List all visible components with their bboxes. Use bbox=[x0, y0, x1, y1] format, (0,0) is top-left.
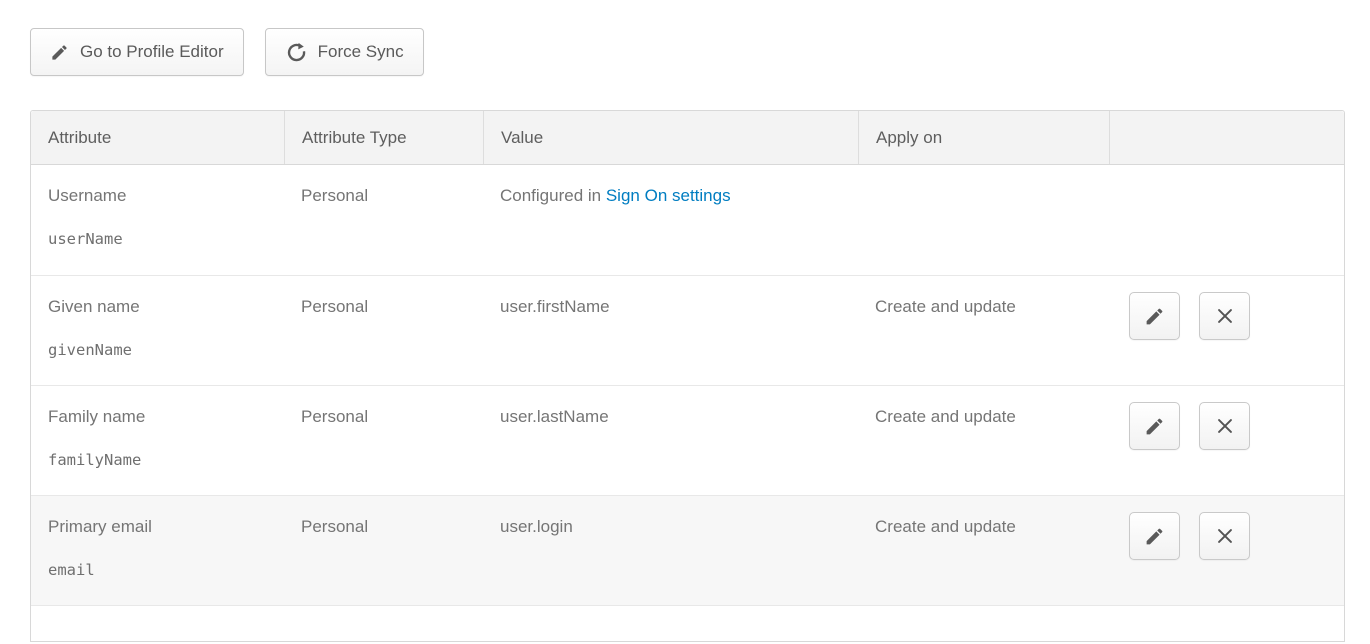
value-text: Configured in bbox=[500, 186, 606, 205]
table-row bbox=[31, 605, 1344, 641]
refresh-icon bbox=[285, 41, 307, 63]
pencil-icon bbox=[1144, 526, 1165, 547]
attribute-cell: Given name givenName bbox=[31, 276, 284, 385]
apply-on-cell: Create and update bbox=[858, 386, 1109, 495]
actions-cell bbox=[1109, 496, 1344, 605]
attribute-label: Given name bbox=[48, 297, 267, 317]
attribute-name: userName bbox=[48, 230, 267, 248]
actions-cell bbox=[1109, 165, 1344, 275]
edit-attribute-button[interactable] bbox=[1129, 292, 1180, 340]
table-header: Attribute Attribute Type Value Apply on bbox=[31, 111, 1344, 165]
toolbar: Go to Profile Editor Force Sync bbox=[30, 28, 1345, 76]
attribute-cell: Primary email email bbox=[31, 496, 284, 605]
apply-on-cell: Create and update bbox=[858, 496, 1109, 605]
actions-cell bbox=[1109, 386, 1344, 495]
table-row: Family name familyName Personal user.las… bbox=[31, 385, 1344, 495]
pencil-icon bbox=[1144, 306, 1165, 327]
pencil-icon bbox=[1144, 416, 1165, 437]
attribute-type-cell: Personal bbox=[284, 496, 483, 605]
attribute-label: Username bbox=[48, 186, 267, 206]
apply-on-cell: Create and update bbox=[858, 276, 1109, 385]
attribute-name: givenName bbox=[48, 341, 267, 359]
header-cell-actions bbox=[1109, 111, 1344, 164]
attribute-mappings-page: Go to Profile Editor Force Sync Attribut… bbox=[0, 0, 1370, 642]
value-cell: user.lastName bbox=[483, 386, 858, 495]
attribute-type-cell: Personal bbox=[284, 386, 483, 495]
sign-on-settings-link[interactable]: Sign On settings bbox=[606, 186, 731, 205]
go-to-profile-editor-button[interactable]: Go to Profile Editor bbox=[30, 28, 244, 76]
apply-on-cell bbox=[858, 165, 1109, 275]
value-cell: user.firstName bbox=[483, 276, 858, 385]
table-row: Given name givenName Personal user.first… bbox=[31, 275, 1344, 385]
force-sync-label: Force Sync bbox=[318, 42, 404, 62]
table-row: Username userName Personal Configured in… bbox=[31, 165, 1344, 275]
delete-attribute-button[interactable] bbox=[1199, 292, 1250, 340]
attribute-type-cell: Personal bbox=[284, 165, 483, 275]
force-sync-button[interactable]: Force Sync bbox=[265, 28, 424, 76]
attribute-label: Family name bbox=[48, 407, 267, 427]
attribute-name: email bbox=[48, 561, 267, 579]
table-row: Primary email email Personal user.login … bbox=[31, 495, 1344, 605]
header-cell-attribute-type: Attribute Type bbox=[284, 111, 483, 164]
attribute-name: familyName bbox=[48, 451, 267, 469]
x-icon bbox=[1214, 305, 1236, 327]
attribute-type-cell: Personal bbox=[284, 276, 483, 385]
delete-attribute-button[interactable] bbox=[1199, 402, 1250, 450]
go-to-profile-editor-label: Go to Profile Editor bbox=[80, 42, 224, 62]
value-cell: user.login bbox=[483, 496, 858, 605]
edit-attribute-button[interactable] bbox=[1129, 402, 1180, 450]
header-cell-apply-on: Apply on bbox=[858, 111, 1109, 164]
header-cell-value: Value bbox=[483, 111, 858, 164]
edit-attribute-button[interactable] bbox=[1129, 512, 1180, 560]
value-cell: Configured in Sign On settings bbox=[483, 165, 858, 275]
attribute-cell: Username userName bbox=[31, 165, 284, 275]
attribute-label: Primary email bbox=[48, 517, 267, 537]
delete-attribute-button[interactable] bbox=[1199, 512, 1250, 560]
attribute-cell: Family name familyName bbox=[31, 386, 284, 495]
x-icon bbox=[1214, 415, 1236, 437]
header-cell-attribute: Attribute bbox=[31, 111, 284, 164]
actions-cell bbox=[1109, 276, 1344, 385]
pencil-icon bbox=[50, 43, 69, 62]
attribute-mapping-table: Attribute Attribute Type Value Apply on … bbox=[30, 110, 1345, 642]
x-icon bbox=[1214, 525, 1236, 547]
